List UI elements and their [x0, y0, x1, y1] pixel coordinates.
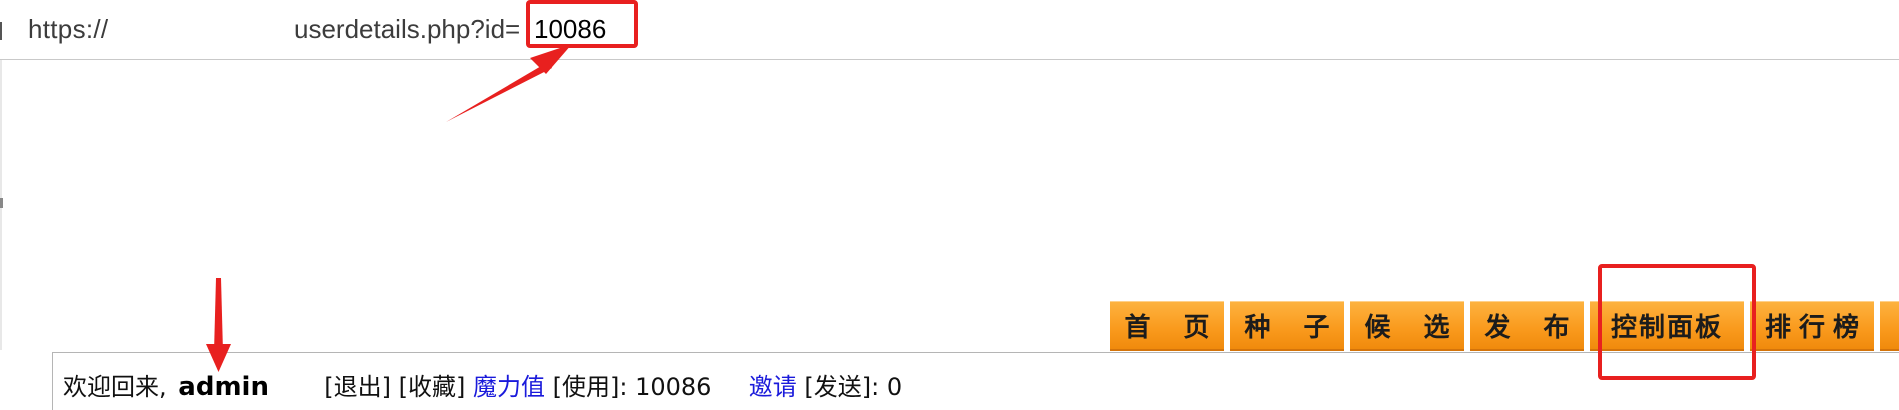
nav-upload-label: 发 布 [1484, 313, 1582, 343]
url-path: userdetails.php?id= [294, 14, 521, 44]
nav-upload-button[interactable]: 发 布 [1470, 301, 1584, 351]
address-bar[interactable]: https:// userdetails.php?id= 10086 [0, 0, 1899, 60]
nav-home-label: 首 页 [1124, 313, 1222, 343]
url-id-value: 10086 [534, 14, 607, 44]
bookmarks-link[interactable]: [收藏] [399, 373, 466, 401]
invite-link[interactable]: 邀请 [749, 373, 797, 401]
bonus-use-link[interactable]: [使用]: [553, 373, 628, 401]
nav-torrents-label: 种 子 [1244, 313, 1342, 343]
window-edge-tick [0, 198, 3, 208]
nav-topten-label: 排行榜 [1764, 313, 1867, 343]
nav-topten-button[interactable]: 排行榜 [1750, 301, 1874, 351]
nav-home-button[interactable]: 首 页 [1110, 301, 1224, 351]
nav-offers-button[interactable]: 候 选 [1350, 301, 1464, 351]
invite-send-link[interactable]: [发送]: [804, 373, 879, 401]
logout-link[interactable]: [退出] [324, 373, 391, 401]
nav-usercp-button[interactable]: 控制面板 [1590, 301, 1744, 351]
invite-value: 0 [886, 373, 903, 401]
bonus-value: 10086 [635, 373, 712, 401]
user-info-panel: 欢迎回来, admin [退出] [收藏] 魔力值 [使用]: 10086 邀请… [52, 352, 1899, 410]
nav-torrents-button[interactable]: 种 子 [1230, 301, 1344, 351]
nav-more-button[interactable] [1880, 301, 1899, 351]
nav-usercp-label: 控制面板 [1610, 313, 1723, 343]
username-link[interactable]: admin [178, 372, 269, 402]
user-info-line: 欢迎回来, admin [退出] [收藏] 魔力值 [使用]: 10086 邀请… [63, 367, 902, 402]
nav-offers-label: 候 选 [1364, 313, 1462, 343]
bonus-link[interactable]: 魔力值 [473, 373, 545, 401]
main-nav: 首 页 种 子 候 选 发 布 控制面板 排行榜 [1110, 301, 1899, 351]
url-scheme: https:// [28, 14, 109, 44]
welcome-text: 欢迎回来, [63, 373, 167, 401]
address-bar-edge [0, 22, 2, 40]
